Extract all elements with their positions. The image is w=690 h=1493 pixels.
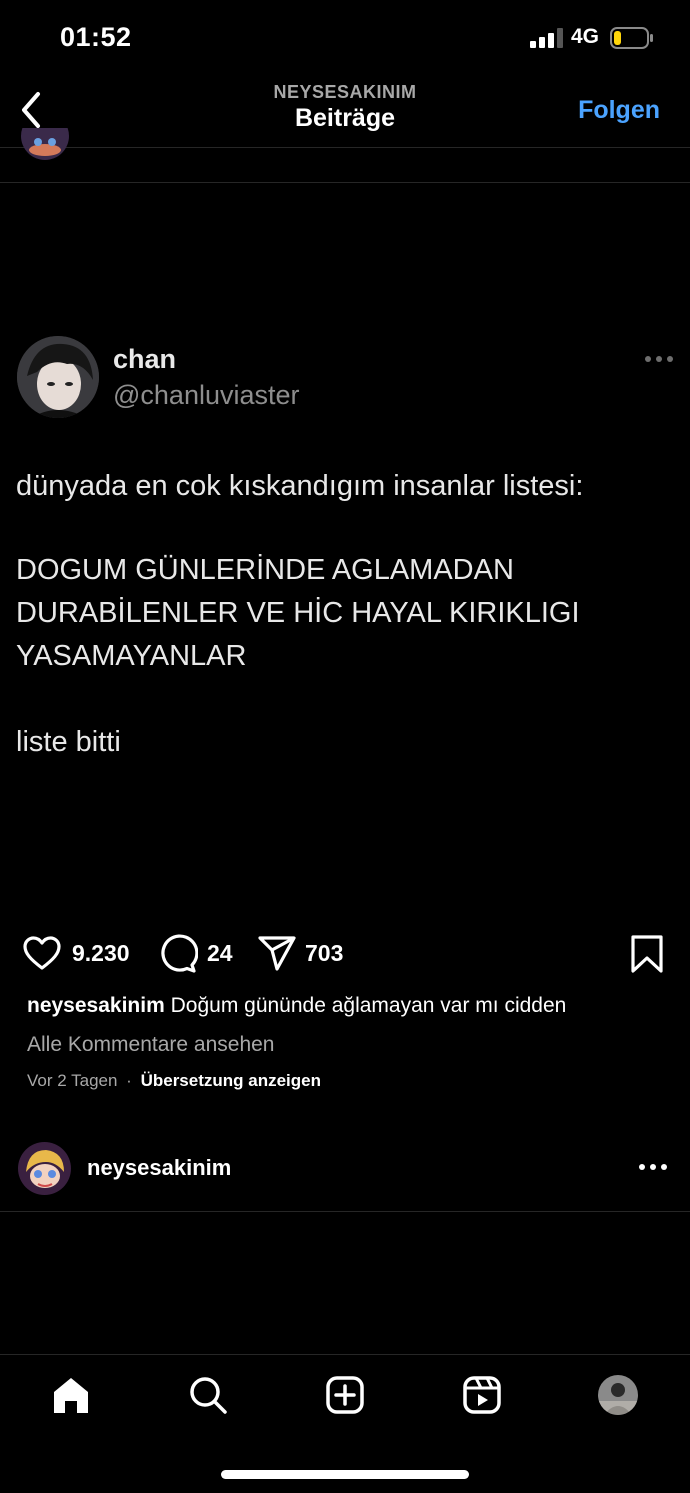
plus-square-icon[interactable] [325,1375,365,1415]
status-time: 01:52 [60,22,132,52]
tweet-handle: @chanluviaster [113,380,300,410]
post-caption: neysesakinim Doğum gününde ağlamayan var… [27,994,566,1018]
send-icon[interactable] [257,934,297,974]
battery-icon [610,27,653,49]
header-divider [0,147,690,148]
reels-icon[interactable] [462,1375,502,1415]
post-meta: Vor 2 Tagen · Übersetzung anzeigen [27,1071,321,1091]
caption-username[interactable]: neysesakinim [27,994,165,1017]
share-count: 703 [305,940,344,966]
follow-button[interactable]: Folgen [560,96,660,125]
tweet-text-line: DOGUM GÜNLERİNDE AGLAMADAN [16,554,514,586]
tweet-author-avatar [17,336,99,418]
heart-icon[interactable] [22,934,62,974]
next-post-avatar[interactable] [18,1142,71,1195]
post-age: Vor 2 Tagen [27,1071,118,1090]
profile-tab-avatar[interactable] [598,1375,638,1415]
search-icon[interactable] [188,1375,228,1415]
tweet-text-line: YASAMAYANLAR [16,640,247,672]
caption-text: Doğum gününde ağlamayan var mı cidden [170,994,567,1017]
tweet-text-line: liste bitti [16,726,121,758]
network-label: 4G [571,25,600,48]
tabbar-divider [0,1354,690,1355]
signal-icon [530,28,563,48]
tweet-display-name: chan [113,344,177,374]
tweet-more-icon [645,356,673,362]
like-count: 9.230 [72,940,130,966]
comment-icon[interactable] [158,934,198,974]
bookmark-icon[interactable] [628,934,666,974]
home-indicator [221,1470,469,1479]
view-all-comments-link[interactable]: Alle Kommentare ansehen [27,1033,274,1057]
tweet-text-line: DURABİLENLER VE HİC HAYAL KIRIKLIGI [16,597,580,629]
post-divider [0,1211,690,1212]
meta-separator: · [126,1071,132,1090]
comment-count: 24 [207,940,233,966]
more-options-icon[interactable] [638,1160,668,1174]
post-divider [0,182,690,183]
translate-link[interactable]: Übersetzung anzeigen [141,1071,321,1090]
tweet-text-line: dünyada en cok kıskandıgım insanlar list… [16,470,584,502]
previous-post-avatar[interactable] [20,128,70,164]
next-post-username[interactable]: neysesakinim [87,1155,231,1181]
home-icon[interactable] [51,1375,91,1415]
